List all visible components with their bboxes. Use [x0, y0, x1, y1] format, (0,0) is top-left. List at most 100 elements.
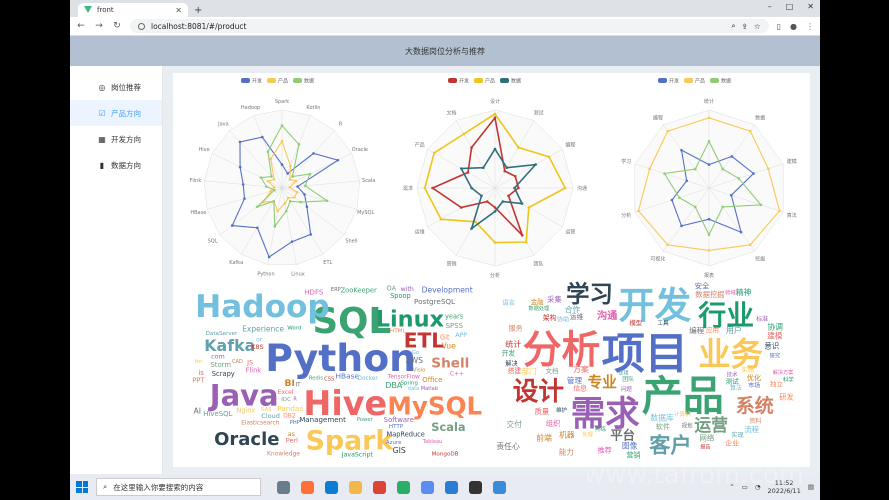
legend-swatch: [684, 78, 693, 83]
radar-point: [485, 200, 489, 203]
vue-logo-icon: [84, 6, 92, 14]
wordcloud-word: Git: [440, 334, 450, 342]
taskbar-search-input[interactable]: ⌕ 在这里输入你要搜索的内容: [96, 478, 261, 496]
wordcloud-word: 语言: [502, 297, 515, 306]
wordcloud-word: 金融: [531, 297, 544, 306]
forward-button[interactable]: →: [94, 21, 104, 31]
radar-point: [267, 255, 271, 259]
task-view-icon[interactable]: [277, 480, 290, 494]
wordcloud-word: 精神: [736, 287, 752, 297]
wordcloud-word: 优化: [747, 374, 761, 383]
share-icon[interactable]: ⇪: [742, 22, 748, 31]
wordcloud-word: 处理: [582, 430, 593, 438]
wordcloud-word: 架构: [543, 313, 557, 322]
wordcloud-word: 领域: [725, 288, 736, 296]
maximize-button[interactable]: □: [786, 2, 794, 11]
browser-tab[interactable]: front ✕: [78, 3, 188, 17]
store-icon[interactable]: [493, 480, 506, 494]
radar-point: [289, 164, 292, 168]
windows-start-icon[interactable]: [76, 481, 88, 493]
legend-swatch: [658, 78, 667, 83]
wordcloud-word: Knowledge: [267, 450, 300, 457]
url-input[interactable]: localhost:8081/#/product ⌕ ⇪ ☆: [130, 19, 769, 33]
radar-point: [284, 209, 288, 213]
wordcloud-word: 客户: [649, 433, 691, 458]
profile-icon[interactable]: ●: [790, 22, 797, 31]
reload-button[interactable]: ↻: [112, 21, 122, 31]
radar-point: [241, 183, 245, 186]
wordcloud-word: MongoDB: [432, 451, 459, 457]
menu-icon[interactable]: ⋮: [806, 22, 814, 31]
radar-point: [693, 205, 697, 209]
wechat-icon[interactable]: [397, 480, 410, 494]
radar-indicator-label: 运营: [565, 229, 575, 236]
back-button[interactable]: ←: [76, 21, 86, 31]
wordcloud-word: Management: [299, 415, 346, 424]
notification-icon[interactable]: ▤: [808, 483, 814, 491]
wordcloud-word: years: [445, 313, 464, 321]
bookmark-star-icon[interactable]: ☆: [754, 22, 761, 31]
radar-point: [259, 176, 263, 179]
wordcloud-word: 采集: [547, 295, 561, 304]
radar-point: [288, 199, 292, 203]
edge-icon[interactable]: [325, 480, 338, 494]
photos-icon[interactable]: [421, 480, 434, 494]
radar-indicator-label: 需求: [403, 185, 413, 192]
wordcloud-word: K8S: [251, 343, 264, 351]
wordcloud-word: C++: [450, 372, 464, 378]
radar-point: [459, 206, 463, 209]
wordcloud-word: Development: [422, 286, 473, 295]
page-title: 大数据岗位分析与推荐: [405, 46, 485, 56]
chrome-icon[interactable]: [373, 480, 386, 494]
radar-point: [295, 190, 299, 194]
radar-point: [493, 116, 497, 120]
legend-swatch: [474, 78, 483, 83]
radar-point: [707, 116, 711, 120]
wordcloud-word: com: [211, 353, 225, 361]
info-icon[interactable]: [138, 22, 145, 30]
radar-point: [269, 157, 273, 161]
wordcloud-word: 用户: [726, 325, 742, 335]
radar-point: [778, 209, 781, 213]
radar-point: [680, 148, 683, 152]
radar-point: [431, 186, 434, 190]
wordcloud-word: 开发: [502, 349, 516, 358]
new-tab-button[interactable]: +: [194, 5, 202, 16]
folder-icon[interactable]: [349, 480, 362, 494]
vscode-icon[interactable]: [445, 480, 458, 494]
wordcloud-word: for: [195, 359, 203, 365]
wordcloud-word: 组织: [546, 419, 561, 428]
sidebar-item-job-recommend[interactable]: ◎ 岗位推荐: [70, 74, 162, 100]
radar-indicator-label: Flink: [190, 178, 202, 184]
radar-point: [272, 199, 276, 203]
sidebar-item-data[interactable]: ▮ 数据方向: [70, 152, 162, 178]
wordcloud-word: Scrapy: [212, 370, 235, 378]
wordcloud-word: ETL: [404, 329, 445, 353]
wordcloud-word: PHP: [290, 420, 300, 426]
radar-point: [493, 112, 497, 116]
sidebar-item-development[interactable]: ▦ 开发方向: [70, 126, 162, 152]
search-icon[interactable]: ⌕: [731, 21, 735, 31]
wordcloud-word: 合作: [565, 304, 581, 314]
radar-indicator-label: 设计: [490, 98, 500, 105]
close-tab-icon[interactable]: ✕: [175, 6, 182, 15]
legend-swatch: [448, 78, 457, 83]
terminal-icon[interactable]: [469, 480, 482, 494]
wordcloud-word: Spoop: [390, 292, 411, 300]
close-window-button[interactable]: ✕: [807, 2, 814, 11]
sidebar-item-product[interactable]: ☑ 产品方向: [70, 100, 162, 126]
radar-point: [493, 206, 497, 209]
radar-indicator-label: Hive: [199, 147, 210, 153]
wordcloud-word: HDFS: [304, 289, 324, 297]
wordcloud-word: 标准: [756, 315, 768, 323]
radar-indicator-label: Shell: [345, 238, 357, 244]
wordcloud-word: or: [256, 337, 263, 343]
app-body: ◎ 岗位推荐 ☑ 产品方向 ▦ 开发方向 ▮ 数据方向 开发 产品 数据 Spark K…: [70, 66, 820, 474]
radar-point: [283, 202, 287, 205]
sidebar-toggle-icon[interactable]: ▯: [777, 22, 781, 31]
radar-indicator-label: Scala: [362, 178, 375, 184]
radar-point: [260, 135, 264, 139]
radar-point: [707, 139, 711, 143]
minimize-button[interactable]: –: [768, 2, 772, 11]
firefox-icon[interactable]: [301, 480, 314, 494]
